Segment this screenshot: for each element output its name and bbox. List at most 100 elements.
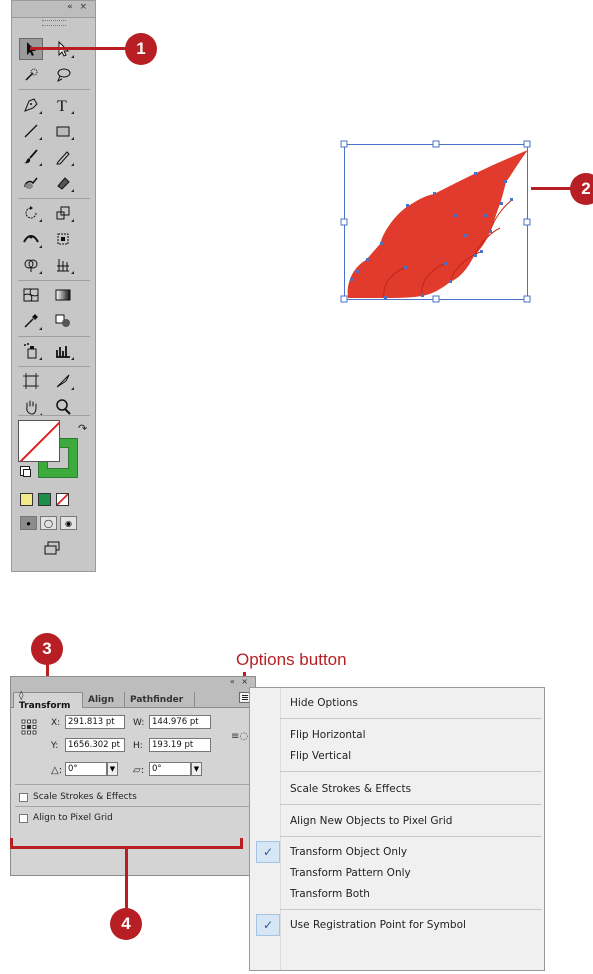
callout-4-line (125, 848, 128, 910)
divider (18, 336, 90, 337)
color-mode-icon[interactable] (20, 493, 33, 506)
magic-wand-tool[interactable] (19, 64, 43, 86)
x-label: X: (51, 718, 61, 728)
transform-panel-titlebar[interactable]: « × (11, 677, 255, 691)
blob-brush-tool[interactable] (19, 172, 43, 194)
divider (18, 415, 90, 416)
blend-tool[interactable] (51, 310, 75, 332)
constrain-proportions-icon[interactable]: ≡◌ (231, 731, 248, 742)
shear-dropdown-icon[interactable]: ▼ (191, 762, 202, 776)
y-field[interactable]: 1656.302 pt (65, 738, 125, 752)
scale-tool[interactable] (51, 202, 75, 224)
svg-text:T: T (57, 98, 67, 114)
divider (18, 280, 90, 281)
eraser-tool[interactable] (51, 172, 75, 194)
menu-divider (280, 909, 542, 910)
symbol-sprayer-tool[interactable] (19, 340, 43, 362)
panel-collapse-close-icon[interactable]: « × (230, 677, 250, 686)
options-button-label: Options button (236, 650, 347, 669)
draw-normal-icon[interactable]: ● (20, 516, 37, 530)
draw-behind-icon[interactable]: ◯ (40, 516, 57, 530)
divider (18, 198, 90, 199)
tab-transform[interactable]: ◊ Transform (13, 691, 83, 711)
callout-1: 1 (125, 33, 157, 65)
eyedropper-tool[interactable] (19, 310, 43, 332)
draw-inside-icon[interactable]: ◉ (60, 516, 77, 530)
align-pixel-grid-checkbox[interactable] (19, 814, 28, 823)
callout-2: 2 (570, 173, 593, 205)
column-graph-tool[interactable] (51, 340, 75, 362)
divider (15, 784, 251, 785)
tools-panel: « × T ↷ ● ◯ ◉ (11, 0, 96, 572)
shape-builder-tool[interactable] (19, 254, 43, 276)
reference-point-icon[interactable] (21, 719, 37, 735)
menu-divider (280, 804, 542, 805)
mesh-tool[interactable] (19, 284, 43, 306)
y-label: Y: (51, 741, 59, 751)
scale-strokes-checkbox[interactable] (19, 793, 28, 802)
menu-item-scale-strokes[interactable]: Scale Strokes & Effects (290, 783, 411, 795)
w-field[interactable]: 144.976 pt (149, 715, 211, 729)
rotate-tool[interactable] (19, 202, 43, 224)
panel-collapse-close-icon[interactable]: « × (67, 2, 89, 12)
w-label: W: (133, 718, 145, 728)
type-tool[interactable]: T (51, 94, 75, 116)
pencil-tool[interactable] (51, 146, 75, 168)
artboard-tool[interactable] (19, 370, 43, 392)
menu-item-align-new-objects[interactable]: Align New Objects to Pixel Grid (290, 815, 452, 827)
swap-fill-stroke-icon[interactable]: ↷ (78, 422, 87, 435)
menu-gutter (280, 688, 281, 970)
transform-options-menu: Hide Options Flip Horizontal Flip Vertic… (249, 687, 545, 971)
x-field[interactable]: 291.813 pt (65, 715, 125, 729)
menu-divider (280, 836, 542, 837)
none-mode-icon[interactable] (56, 493, 69, 506)
shear-field[interactable]: 0° (149, 762, 191, 776)
rotate-icon: △: (51, 765, 63, 776)
perspective-grid-tool[interactable] (51, 254, 75, 276)
default-fill-stroke-icon[interactable] (20, 466, 31, 477)
tab-pathfinder[interactable]: Pathfinder (125, 692, 195, 707)
rotate-dropdown-icon[interactable]: ▼ (107, 762, 118, 776)
menu-item-flip-horizontal[interactable]: Flip Horizontal (290, 729, 366, 741)
paintbrush-tool[interactable] (19, 146, 43, 168)
menu-item-transform-both[interactable]: Transform Both (290, 888, 370, 900)
line-segment-tool[interactable] (19, 120, 43, 142)
callout-3: 3 (31, 633, 63, 665)
menu-item-use-registration-point[interactable]: Use Registration Point for Symbol (290, 919, 466, 931)
gradient-tool[interactable] (51, 284, 75, 306)
h-label: H: (133, 741, 143, 751)
rectangle-tool[interactable] (51, 120, 75, 142)
tools-panel-titlebar[interactable]: « × (12, 1, 95, 18)
checkmark-icon: ✓ (256, 841, 280, 863)
pen-tool[interactable] (19, 94, 43, 116)
menu-item-hide-options[interactable]: Hide Options (290, 697, 358, 709)
menu-item-flip-vertical[interactable]: Flip Vertical (290, 750, 351, 762)
checkmark-icon: ✓ (256, 914, 280, 936)
divider (15, 806, 251, 807)
free-transform-tool[interactable] (51, 228, 75, 250)
rotate-field[interactable]: 0° (65, 762, 107, 776)
menu-divider (280, 718, 542, 719)
slice-tool[interactable] (51, 370, 75, 392)
divider (18, 89, 90, 90)
menu-item-transform-object-only[interactable]: Transform Object Only (290, 846, 407, 858)
callout-4: 4 (110, 908, 142, 940)
menu-divider (280, 771, 542, 772)
callout-1-line (30, 47, 130, 50)
fill-swatch-none[interactable] (18, 420, 60, 462)
width-tool[interactable] (19, 228, 43, 250)
shear-icon: ▱: (133, 765, 145, 776)
gradient-mode-icon[interactable] (38, 493, 51, 506)
wing-artwork[interactable] (340, 140, 531, 303)
panel-grip[interactable] (42, 20, 66, 26)
callout-4-bracket-right (240, 838, 243, 848)
panel-tabs: ◊ Transform Align Pathfinder (11, 690, 255, 711)
h-field[interactable]: 193.19 pt (149, 738, 211, 752)
tab-align[interactable]: Align (83, 692, 125, 707)
divider (18, 366, 90, 367)
menu-item-transform-pattern-only[interactable]: Transform Pattern Only (290, 867, 411, 879)
screen-mode-icon[interactable] (40, 537, 64, 559)
scale-strokes-label: Scale Strokes & Effects (33, 792, 137, 802)
lasso-tool[interactable] (51, 64, 75, 86)
align-pixel-grid-label: Align to Pixel Grid (33, 813, 113, 823)
